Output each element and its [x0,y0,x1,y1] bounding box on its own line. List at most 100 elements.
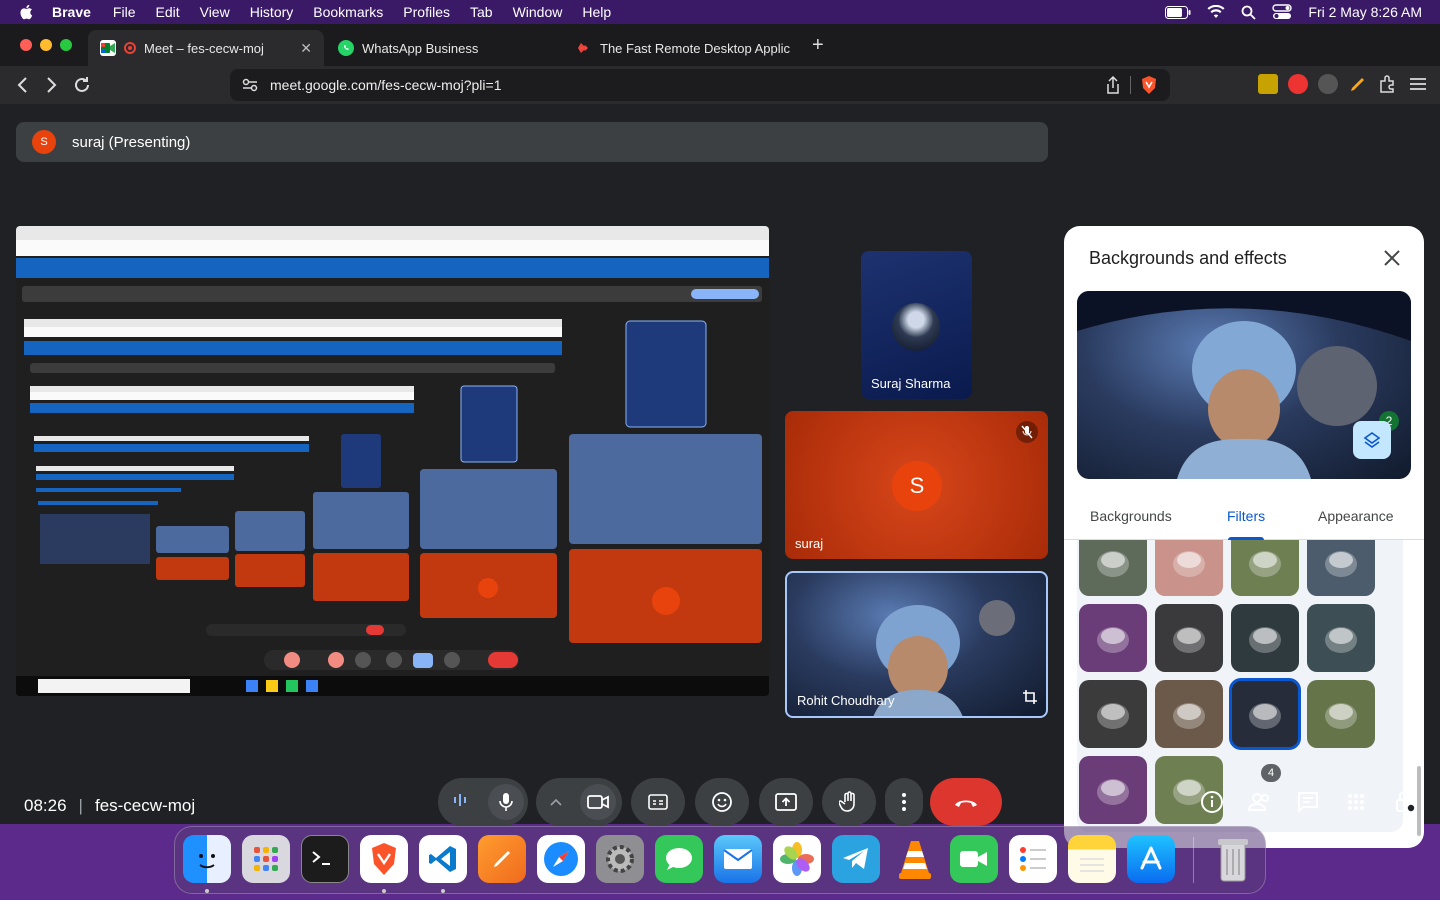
site-settings-icon[interactable] [242,78,258,92]
filter-cat-ears-glasses[interactable] [1231,540,1299,596]
reload-button[interactable] [71,74,93,96]
filter-butterflies[interactable] [1079,540,1147,596]
activities-icon[interactable] [1342,788,1370,816]
vscode-icon[interactable] [419,835,467,883]
menu-hamburger-icon[interactable] [1408,74,1428,94]
present-button[interactable] [759,778,813,826]
captions-button[interactable] [631,778,685,826]
menu-tab[interactable]: Tab [470,4,493,20]
mic-control-group [438,778,528,826]
wifi-icon[interactable] [1207,5,1225,19]
search-icon[interactable] [1241,5,1257,20]
filter-cat-headphones[interactable] [1155,604,1223,672]
shared-screen[interactable] [16,226,769,696]
extensions-puzzle-icon[interactable] [1378,74,1398,94]
crop-icon[interactable] [1022,689,1038,710]
tab-remote-desktop[interactable]: The Fast Remote Desktop Applica [564,30,804,66]
menu-edit[interactable]: Edit [155,4,179,20]
menu-view[interactable]: View [200,4,230,20]
brave-shields-icon[interactable] [1140,75,1158,95]
extension-translate-icon[interactable] [1258,74,1278,94]
filter-purple-face[interactable] [1079,604,1147,672]
trash-icon[interactable] [1209,835,1257,883]
vlc-icon[interactable] [891,835,939,883]
host-controls-lock-icon[interactable] [1391,788,1419,816]
effects-tabs: Backgrounds Filters Appearance [1064,496,1424,540]
camera-icon[interactable] [580,784,616,820]
chevron-up-icon[interactable] [550,793,562,811]
messages-icon[interactable] [655,835,703,883]
browser-window: Meet – fes-cecw-moj ✕ WhatsApp Business … [0,24,1440,848]
new-tab-button[interactable]: + [812,34,824,57]
menu-bookmarks[interactable]: Bookmarks [313,4,383,20]
telegram-icon[interactable] [832,835,880,883]
menu-help[interactable]: Help [582,4,611,20]
address-bar[interactable]: meet.google.com/fes-cecw-moj?pli=1 [230,69,1170,101]
facetime-icon[interactable] [950,835,998,883]
launchpad-icon[interactable] [242,835,290,883]
brave-browser-icon[interactable] [360,835,408,883]
extension-gray-icon[interactable] [1318,74,1338,94]
tab-meet[interactable]: Meet – fes-cecw-moj ✕ [88,30,324,66]
audio-levels-icon[interactable] [452,793,468,812]
extension-red-icon[interactable] [1288,74,1308,94]
extension-pen-icon[interactable] [1348,74,1368,94]
menu-history[interactable]: History [250,4,294,20]
zoom-window-button[interactable] [60,39,72,51]
meeting-info-icon[interactable] [1198,788,1226,816]
participant-tile-suraj-sharma[interactable]: Suraj Sharma [861,251,972,399]
control-center-icon[interactable] [1272,4,1293,20]
share-icon[interactable] [1106,76,1120,94]
people-icon[interactable] [1246,788,1274,816]
filter-neon-cap[interactable] [1231,604,1299,672]
layers-icon[interactable] [1353,421,1391,459]
participant-name: Rohit Choudhary [797,693,895,708]
participant-tile-suraj[interactable]: S suraj [785,411,1048,559]
menu-profiles[interactable]: Profiles [403,4,450,20]
raise-hand-button[interactable] [822,778,876,826]
filter-unicorn-headband[interactable] [1307,540,1375,596]
app-store-icon[interactable] [1127,835,1175,883]
back-button[interactable] [12,74,34,96]
more-options-button[interactable] [885,778,923,826]
mail-icon[interactable] [714,835,762,883]
filter-black-hat-glasses[interactable] [1155,540,1223,596]
battery-icon[interactable] [1165,5,1191,19]
filter-blue-splash[interactable] [1307,604,1375,672]
reminders-icon[interactable] [1009,835,1057,883]
menu-app-name[interactable]: Brave [52,4,91,20]
terminal-icon[interactable] [301,835,349,883]
system-settings-icon[interactable] [596,835,644,883]
forward-button[interactable] [40,74,62,96]
tab-appearance[interactable]: Appearance [1318,508,1394,524]
tab-title: Meet – fes-cecw-moj [144,40,264,56]
tab-whatsapp[interactable]: WhatsApp Business [326,30,556,66]
leave-call-button[interactable] [930,778,1002,826]
photos-icon[interactable] [773,835,821,883]
menu-file[interactable]: File [113,4,136,20]
close-icon[interactable] [1380,246,1404,270]
menubar-datetime[interactable]: Fri 2 May 8:26 AM [1308,4,1422,20]
close-tab-icon[interactable]: ✕ [300,40,312,57]
meet-controls-bar: 08:26 | fes-cecw-moj 4 [0,716,1440,826]
notes-icon[interactable] [1068,835,1116,883]
chat-icon[interactable] [1294,788,1322,816]
menu-window[interactable]: Window [513,4,563,20]
minimize-window-button[interactable] [40,39,52,51]
microphone-icon[interactable] [488,784,524,820]
close-window-button[interactable] [20,39,32,51]
recording-dot-icon [124,42,136,54]
emoji-button[interactable] [695,778,749,826]
tab-backgrounds[interactable]: Backgrounds [1090,508,1172,524]
finder-icon[interactable] [183,835,231,883]
tab-filters[interactable]: Filters [1227,508,1265,524]
participant-tile-rohit-choudhary[interactable]: Rohit Choudhary [785,571,1048,718]
blue-splash-icon [1325,627,1357,653]
apple-icon[interactable] [18,3,36,21]
butterflies-icon [1097,551,1129,577]
avatar [892,303,940,351]
url-text[interactable]: meet.google.com/fes-cecw-moj?pli=1 [270,77,502,93]
safari-icon[interactable] [537,835,585,883]
neon-cap-icon [1249,627,1281,653]
pages-icon[interactable] [478,835,526,883]
